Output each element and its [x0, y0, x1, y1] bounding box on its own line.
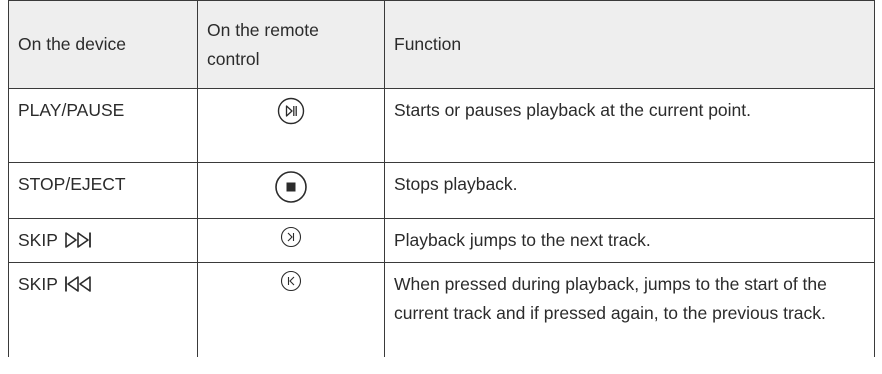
- device-control-play-pause: PLAY/PAUSE: [8, 88, 198, 163]
- remote-control-cell: [197, 162, 385, 219]
- table-row: STOP/EJECT Stops playback.: [8, 162, 875, 219]
- skip-back-icon: [64, 275, 102, 293]
- remote-control-cell: [197, 262, 385, 357]
- controls-table: On the device On the remote control Func…: [8, 0, 875, 357]
- remote-control-cell: [197, 88, 385, 163]
- header-remote: On the remote control: [197, 0, 385, 89]
- controls-table-container: On the device On the remote control Func…: [8, 0, 875, 357]
- skip-forward-icon: [64, 231, 102, 249]
- device-control-skip-back: SKIP: [8, 262, 198, 357]
- next-track-icon: [280, 226, 302, 248]
- previous-track-icon: [280, 270, 302, 292]
- table-row: SKIP When pressed during playback, jumps…: [8, 262, 875, 357]
- skip-label: SKIP: [18, 274, 58, 294]
- table-row: SKIP Playback jumps to the next track.: [8, 218, 875, 263]
- device-control-stop-eject: STOP/EJECT: [8, 162, 198, 219]
- function-description: When pressed during playback, jumps to t…: [384, 262, 875, 357]
- remote-control-cell: [197, 218, 385, 263]
- skip-label: SKIP: [18, 230, 58, 250]
- play-pause-icon: [276, 96, 306, 126]
- device-control-skip-forward: SKIP: [8, 218, 198, 263]
- header-device: On the device: [8, 0, 198, 89]
- function-description: Playback jumps to the next track.: [384, 218, 875, 263]
- table-header-row: On the device On the remote control Func…: [8, 0, 875, 89]
- stop-icon: [274, 170, 308, 204]
- table-row: PLAY/PAUSE Starts or pauses playback at …: [8, 88, 875, 163]
- function-description: Starts or pauses playback at the current…: [384, 88, 875, 163]
- function-description: Stops playback.: [384, 162, 875, 219]
- header-function: Function: [384, 0, 875, 89]
